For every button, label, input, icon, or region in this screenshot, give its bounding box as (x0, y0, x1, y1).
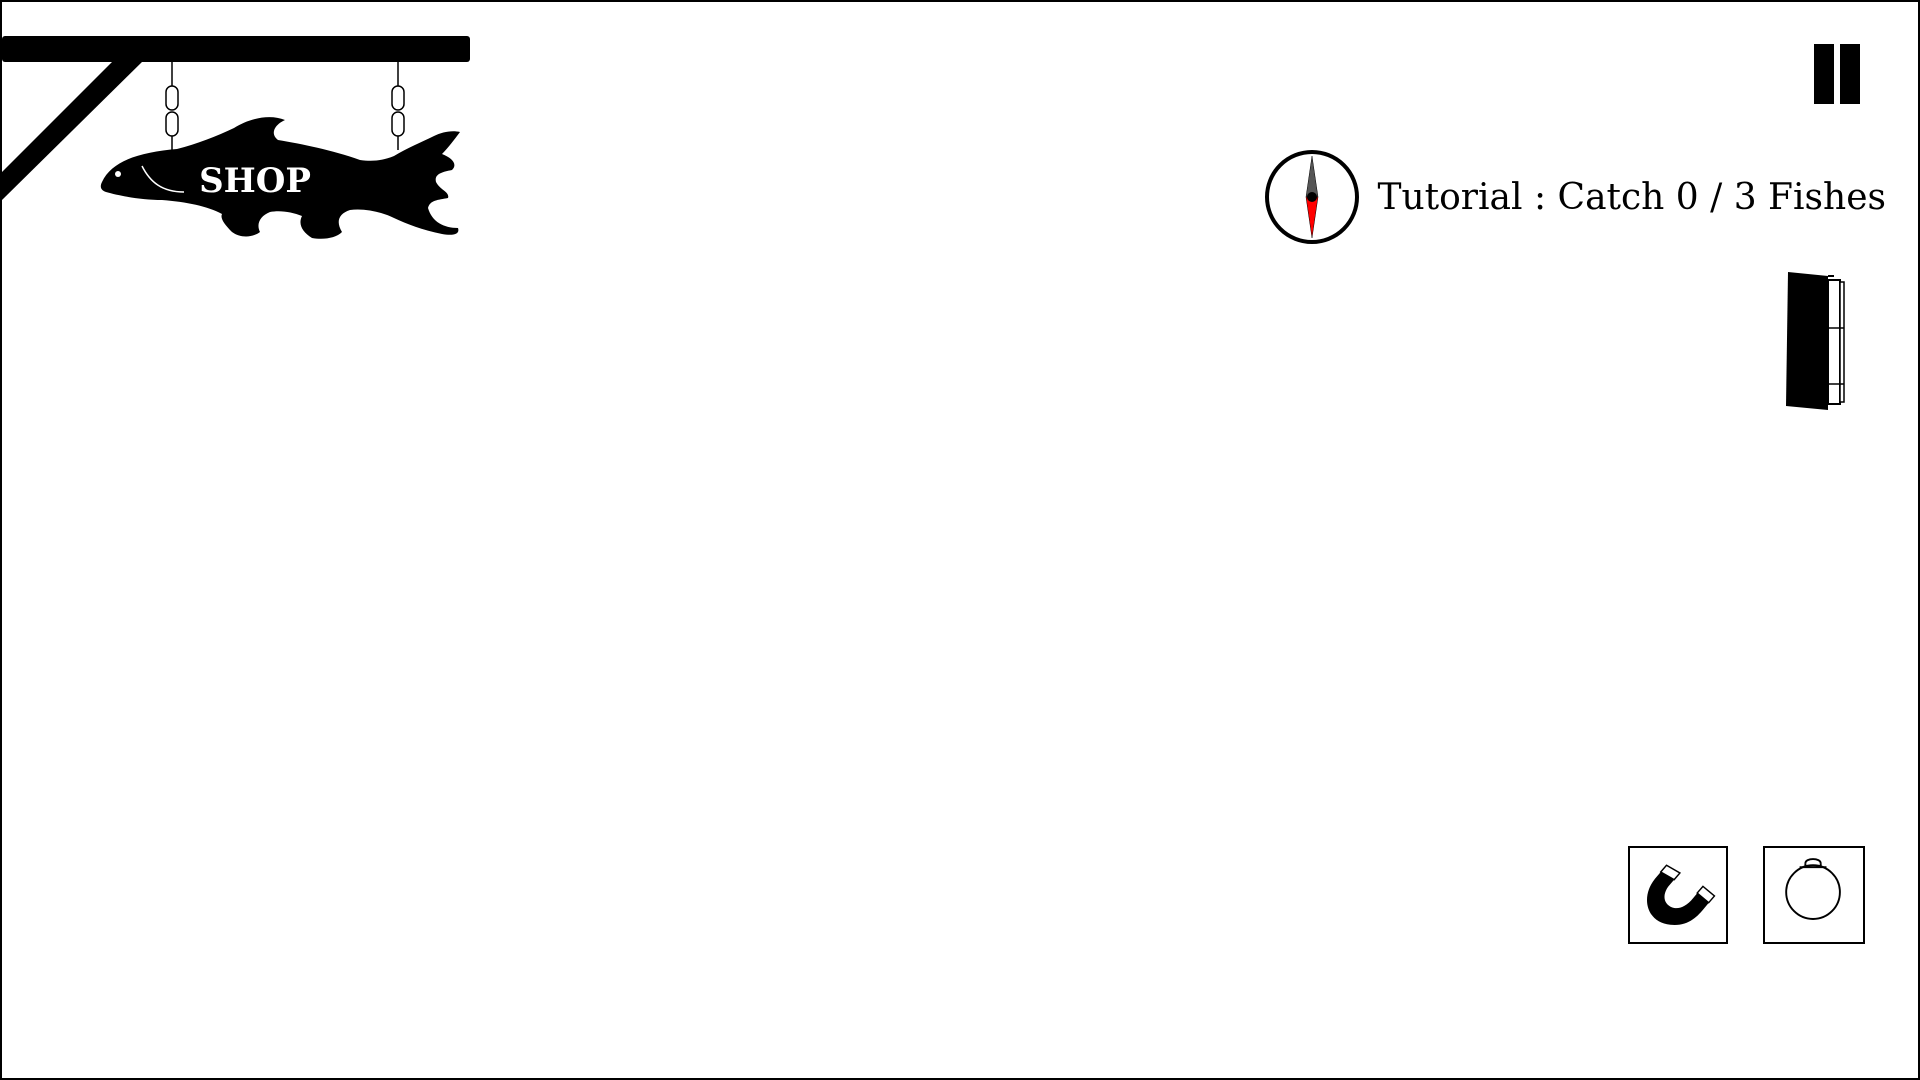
magnet-tool-slot[interactable] (1628, 846, 1728, 944)
journal-book-icon (1786, 272, 1845, 410)
magnet-icon (1646, 864, 1716, 925)
quest-text: Tutorial : Catch 0 / 3 Fishes (1377, 176, 1886, 218)
sign-chains (165, 62, 405, 150)
game-screen: SHOP Tutorial : Catch 0 / 3 Fishes (0, 0, 1920, 1080)
compass-icon (1265, 150, 1360, 244)
bomb-icon (1785, 858, 1841, 920)
journal-button[interactable] (1784, 270, 1846, 416)
bomb-tool-slot[interactable] (1763, 846, 1865, 944)
sign-beam (2, 36, 470, 62)
shop-sign[interactable]: SHOP (2, 32, 472, 252)
fish-eye (115, 171, 121, 177)
shop-label: SHOP (199, 161, 311, 201)
quest-indicator: Tutorial : Catch 0 / 3 Fishes (1263, 148, 1886, 246)
pause-button[interactable] (1810, 44, 1866, 106)
